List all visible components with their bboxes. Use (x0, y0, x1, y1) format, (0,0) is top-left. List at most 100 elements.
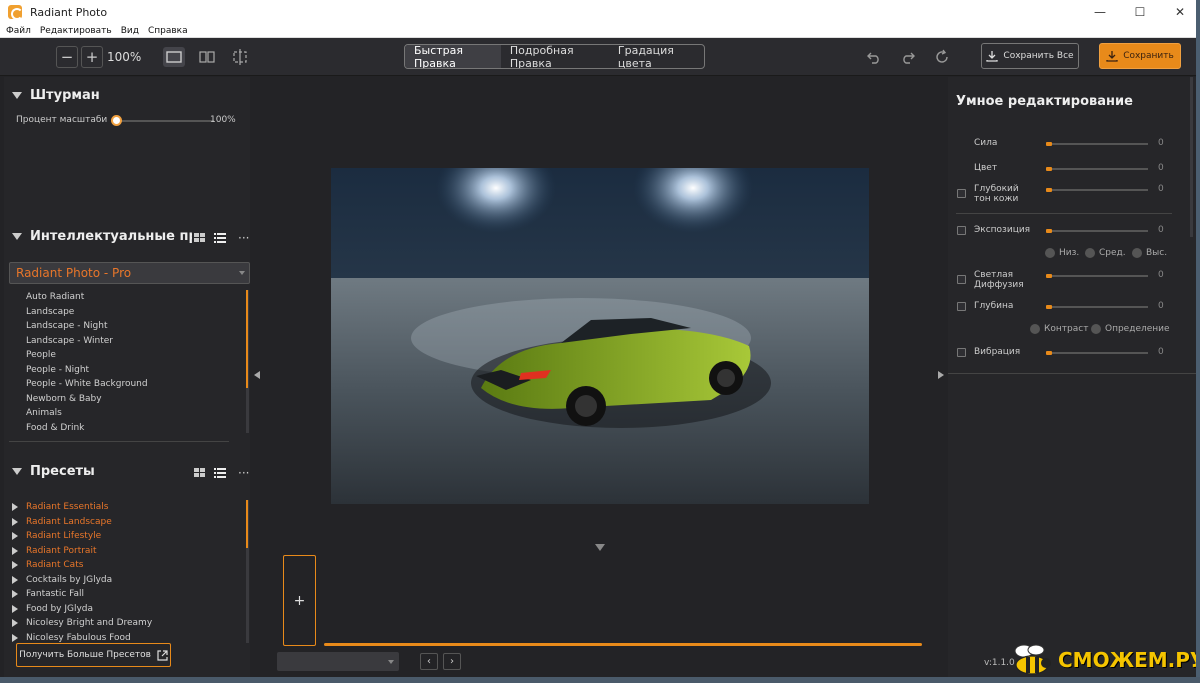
depth-checkbox[interactable] (957, 302, 966, 311)
menu-file[interactable]: Файл (6, 26, 31, 36)
filmstrip-sort-dropdown[interactable] (277, 652, 399, 671)
filmstrip-toggle-icon[interactable] (595, 544, 605, 551)
split-view-icon[interactable] (196, 47, 218, 67)
maximize-button[interactable]: ☐ (1120, 0, 1160, 24)
exposure-slider[interactable] (1046, 229, 1148, 233)
zoom-in-button[interactable]: + (81, 46, 103, 68)
light-diffusion-value: 0 (1158, 270, 1164, 280)
light-diffusion-slider[interactable] (1046, 274, 1148, 278)
reset-icon[interactable] (931, 48, 953, 66)
redo-icon[interactable] (897, 48, 919, 66)
tab-detailed-edit[interactable]: Подробная Правка (501, 45, 609, 68)
smart-preset-item[interactable]: People (26, 348, 236, 363)
smart-preset-list: Auto Radiant Landscape Landscape - Night La… (26, 290, 236, 435)
depth-label: Глубина (974, 301, 1014, 311)
exposure-checkbox[interactable] (957, 226, 966, 235)
tab-quick-edit[interactable]: Быстрая Правка (405, 45, 501, 68)
vibrance-slider[interactable] (1046, 351, 1148, 355)
preset-list: Radiant Essentials Radiant Landscape Radia… (12, 500, 242, 645)
collapse-right-icon[interactable] (938, 371, 944, 379)
undo-icon[interactable] (863, 48, 885, 66)
menu-view[interactable]: Вид (121, 26, 139, 36)
expand-arrow-icon (12, 575, 18, 584)
exposure-low-radio[interactable]: Низ. (1045, 248, 1079, 258)
zoom-out-button[interactable]: − (56, 46, 78, 68)
minimize-button[interactable]: — (1080, 0, 1120, 24)
smart-preset-item[interactable]: People - White Background (26, 377, 236, 392)
preset-group-item[interactable]: Radiant Lifestyle (12, 529, 242, 544)
smart-preset-dropdown[interactable]: Radiant Photo - Pro (9, 262, 250, 284)
deep-skin-tone-checkbox[interactable] (957, 189, 966, 198)
zoom-slider-knob[interactable] (111, 115, 122, 126)
list-view-icon[interactable] (214, 233, 226, 243)
toolbar: − + 100% Быстрая Правка Подробная Правка… (0, 38, 1200, 76)
grid-view-icon[interactable] (194, 468, 206, 478)
preset-group-item[interactable]: Food by JGlyda (12, 602, 242, 617)
grid-view-icon[interactable] (194, 233, 206, 243)
smart-preset-item[interactable]: People - Night (26, 363, 236, 378)
single-view-icon[interactable] (163, 47, 185, 67)
light-diffusion-checkbox[interactable] (957, 275, 966, 284)
smart-preset-item[interactable]: Landscape - Night (26, 319, 236, 334)
get-more-presets-button[interactable]: Получить Больше Пресетов (16, 643, 171, 667)
preset-group-item[interactable]: Radiant Cats (12, 558, 242, 573)
navigator-header[interactable]: Штурман (12, 88, 100, 103)
preset-group-item[interactable]: Radiant Portrait (12, 544, 242, 559)
deep-skin-tone-label: Глубокий тон кожи (974, 184, 1019, 204)
external-link-icon (157, 649, 168, 661)
radio-icon (1091, 324, 1101, 334)
download-icon (1106, 51, 1118, 62)
list-view-icon[interactable] (214, 468, 226, 478)
smart-preset-scrollbar[interactable] (246, 290, 248, 388)
smart-preset-item[interactable]: Landscape - Winter (26, 334, 236, 349)
depth-definition-radio[interactable]: Определение (1091, 324, 1170, 334)
desktop-background (1196, 0, 1200, 683)
edit-mode-tabs: Быстрая Правка Подробная Правка Градация… (404, 44, 705, 69)
preset-group-item[interactable]: Radiant Essentials (12, 500, 242, 515)
color-slider[interactable] (1046, 167, 1148, 171)
more-options-icon[interactable]: ··· (238, 466, 249, 480)
divider (948, 373, 1196, 374)
more-options-icon[interactable]: ··· (238, 231, 249, 245)
preset-group-item[interactable]: Cocktails by JGlyda (12, 573, 242, 588)
color-value: 0 (1158, 163, 1164, 173)
expand-arrow-icon (12, 561, 18, 570)
next-image-button[interactable]: › (443, 653, 461, 670)
exposure-high-radio[interactable]: Выс. (1132, 248, 1167, 258)
smart-presets-view-icons: ··· (194, 231, 249, 245)
save-all-button[interactable]: Сохранить Все (981, 43, 1079, 69)
save-button[interactable]: Сохранить (1099, 43, 1181, 69)
deep-skin-tone-slider[interactable] (1046, 188, 1148, 192)
add-image-button[interactable]: + (283, 555, 316, 646)
prev-image-button[interactable]: ‹ (420, 653, 438, 670)
depth-contrast-radio[interactable]: Контраст (1030, 324, 1088, 334)
exposure-mid-radio[interactable]: Сред. (1085, 248, 1126, 258)
depth-slider[interactable] (1046, 305, 1148, 309)
filmstrip-scrollbar[interactable] (324, 643, 922, 646)
presets-scrollbar[interactable] (246, 500, 248, 548)
preset-group-item[interactable]: Nicolesy Bright and Dreamy (12, 616, 242, 631)
edited-photo[interactable] (331, 168, 869, 504)
collapse-left-icon[interactable] (254, 371, 260, 379)
strength-slider[interactable] (1046, 142, 1148, 146)
smart-preset-item[interactable]: Food & Drink (26, 421, 236, 436)
expand-arrow-icon (12, 503, 18, 512)
menu-edit[interactable]: Редактировать (40, 26, 112, 36)
presets-header[interactable]: Пресеты (12, 464, 95, 479)
smart-preset-item[interactable]: Newborn & Baby (26, 392, 236, 407)
menu-help[interactable]: Справка (148, 26, 188, 36)
zoom-slider-track[interactable] (119, 120, 214, 122)
vibrance-checkbox[interactable] (957, 348, 966, 357)
preset-group-item[interactable]: Radiant Landscape (12, 515, 242, 530)
close-button[interactable]: ✕ (1160, 0, 1200, 24)
menu-bar: Файл Редактировать Вид Справка (0, 24, 1200, 38)
smart-presets-header[interactable]: Интеллектуальные пресе (12, 229, 192, 244)
smart-preset-item[interactable]: Auto Radiant (26, 290, 236, 305)
tab-color-grading[interactable]: Градация цвета (609, 45, 704, 68)
smart-preset-item[interactable]: Landscape (26, 305, 236, 320)
crop-compare-icon[interactable] (229, 47, 251, 67)
right-panel-scrollbar[interactable] (1190, 77, 1193, 237)
smart-preset-item[interactable]: Animals (26, 406, 236, 421)
preset-group-item[interactable]: Fantastic Fall (12, 587, 242, 602)
collapse-icon (12, 233, 22, 240)
